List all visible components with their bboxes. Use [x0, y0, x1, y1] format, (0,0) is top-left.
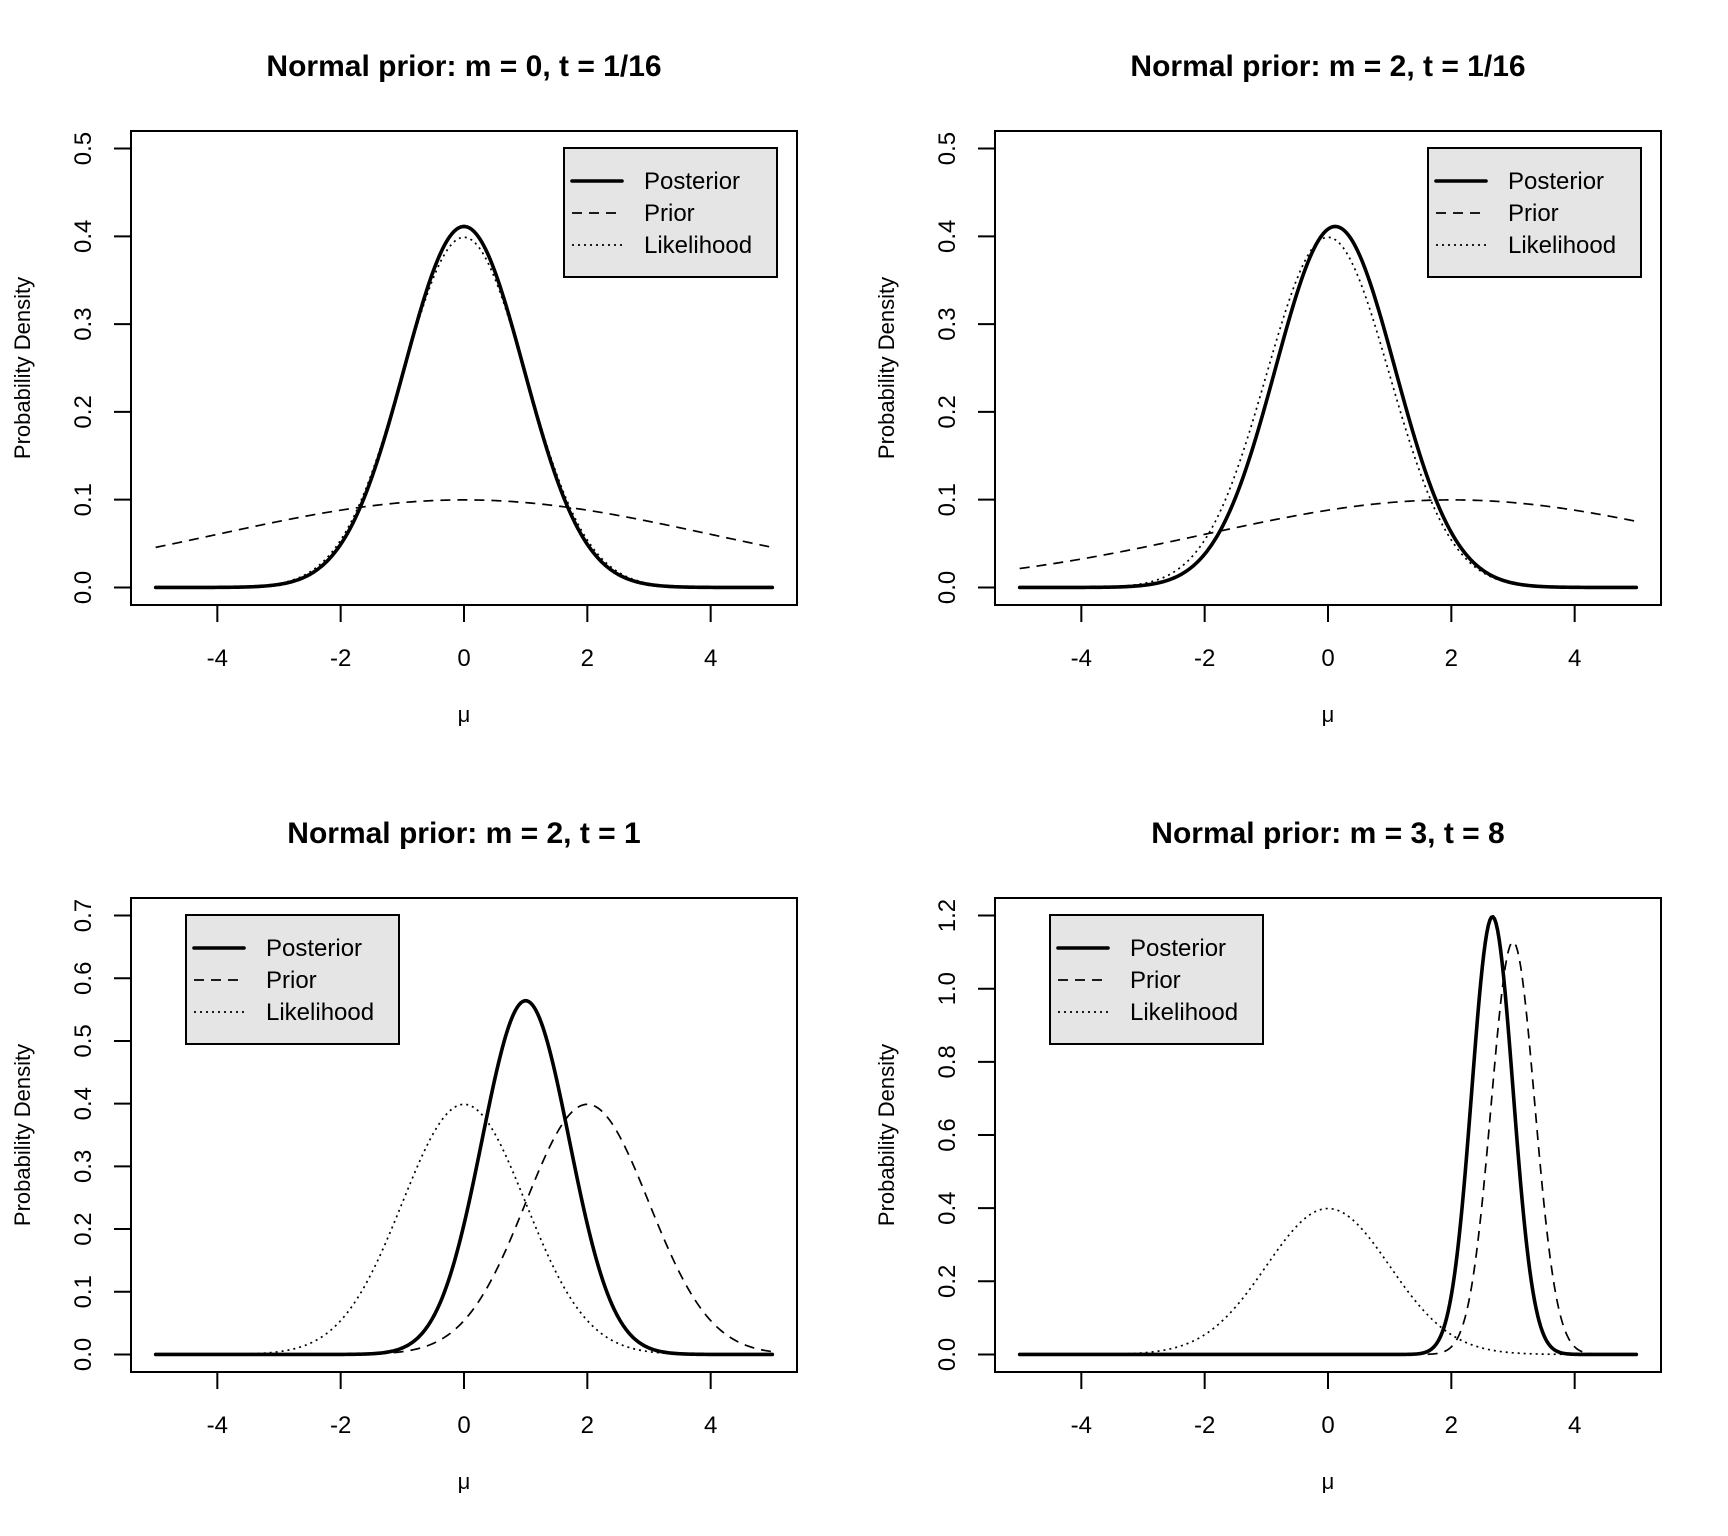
- x-tick-label: -4: [1071, 1412, 1092, 1439]
- y-tick-label: 0.6: [934, 1118, 961, 1151]
- series-lines: [153, 998, 775, 1357]
- chart-title: Normal prior: m = 0, t = 1/16: [266, 50, 661, 83]
- y-tick-label: 0.6: [70, 962, 97, 995]
- y-tick-label: 0.0: [70, 1338, 97, 1371]
- y-tick-label: 0.4: [70, 1087, 97, 1120]
- legend-label-posterior: Posterior: [266, 935, 362, 962]
- legend-label-likelihood: Likelihood: [1130, 999, 1238, 1026]
- x-tick-label: 4: [1568, 1412, 1581, 1439]
- legend: Posterior Prior Likelihood: [563, 147, 778, 278]
- series-prior-line: [155, 499, 773, 549]
- y-tick-label: 0.2: [70, 1212, 97, 1245]
- y-axis-label: Probability Density: [874, 1044, 899, 1226]
- x-tick-label: 0: [457, 645, 470, 672]
- series-posterior-line: [153, 998, 775, 1357]
- x-axis-label: μ: [458, 1469, 471, 1494]
- x-tick-label: -4: [1071, 645, 1092, 672]
- x-tick-label: 2: [1445, 1412, 1458, 1439]
- y-tick-label: 0.0: [934, 1338, 961, 1371]
- y-tick-label: 0.1: [70, 1275, 97, 1308]
- x-tick-label: 2: [581, 645, 594, 672]
- x-axis: -4 -2 0 2 4: [1071, 1371, 1581, 1439]
- legend-label-posterior: Posterior: [1508, 168, 1604, 195]
- series-lines: [153, 224, 775, 590]
- y-tick-label: 0.2: [934, 1265, 961, 1298]
- y-tick-label: 0.2: [70, 395, 97, 428]
- series-likelihood-line: [1019, 236, 1637, 589]
- panel-bottom-left: Normal prior: m = 2, t = 1 -4 -2 0 2 4 μ 0.0 0.1…: [10, 817, 798, 1494]
- y-tick-label: 0.4: [934, 220, 961, 253]
- y-tick-label: 0.3: [70, 307, 97, 340]
- y-tick-label: 0.4: [70, 220, 97, 253]
- legend-label-likelihood: Likelihood: [266, 999, 374, 1026]
- y-tick-label: 0.7: [70, 899, 97, 932]
- legend-label-prior: Prior: [1130, 967, 1181, 994]
- y-axis-label: Probability Density: [10, 277, 35, 459]
- series-posterior-line: [153, 224, 775, 590]
- legend: Posterior Prior Likelihood: [1427, 147, 1642, 278]
- panel-top-right: Normal prior: m = 2, t = 1/16 -4 -2 0 2 4 μ 0.0…: [874, 50, 1662, 727]
- y-tick-label: 0.1: [70, 483, 97, 516]
- x-tick-label: -4: [207, 645, 228, 672]
- x-tick-label: 2: [1445, 645, 1458, 672]
- x-tick-label: -4: [207, 1412, 228, 1439]
- series-likelihood-line: [155, 236, 773, 589]
- legend-label-likelihood: Likelihood: [644, 232, 752, 259]
- figure: Normal prior: m = 0, t = 1/16 -4 -2 0 2 4 μ 0.0…: [0, 0, 1728, 1536]
- y-axis: 0.0 0.1 0.2 0.3 0.4 0.5: [934, 132, 996, 604]
- y-axis: 0.0 0.2 0.4 0.6 0.8 1.0 1.2: [934, 899, 996, 1371]
- x-tick-label: 0: [1321, 645, 1334, 672]
- x-tick-label: -2: [1194, 645, 1215, 672]
- chart-title: Normal prior: m = 2, t = 1/16: [1130, 50, 1525, 83]
- x-axis: -4 -2 0 2 4: [207, 604, 717, 672]
- legend-label-prior: Prior: [1508, 200, 1559, 227]
- y-tick-label: 0.5: [70, 132, 97, 165]
- x-tick-label: -2: [330, 1412, 351, 1439]
- y-axis-label: Probability Density: [874, 277, 899, 459]
- y-tick-label: 0.5: [70, 1024, 97, 1057]
- y-axis-label: Probability Density: [10, 1044, 35, 1226]
- x-tick-label: -2: [330, 645, 351, 672]
- x-axis: -4 -2 0 2 4: [207, 1371, 717, 1439]
- legend: Posterior Prior Likelihood: [185, 914, 400, 1045]
- y-tick-label: 0.5: [934, 132, 961, 165]
- y-tick-label: 0.1: [934, 483, 961, 516]
- y-tick-label: 1.2: [934, 899, 961, 932]
- y-tick-label: 0.3: [70, 1150, 97, 1183]
- x-tick-label: 0: [1321, 1412, 1334, 1439]
- y-axis: 0.0 0.1 0.2 0.3 0.4 0.5 0.6 0.7: [70, 899, 132, 1371]
- y-tick-label: 0.3: [934, 307, 961, 340]
- legend: Posterior Prior Likelihood: [1049, 914, 1264, 1045]
- x-axis-label: μ: [458, 702, 471, 727]
- legend-label-likelihood: Likelihood: [1508, 232, 1616, 259]
- legend-label-prior: Prior: [644, 200, 695, 227]
- series-posterior-line: [1017, 224, 1639, 590]
- legend-label-posterior: Posterior: [1130, 935, 1226, 962]
- series-lines: [1017, 224, 1639, 590]
- x-tick-label: 0: [457, 1412, 470, 1439]
- y-tick-label: 0.0: [70, 571, 97, 604]
- x-axis-label: μ: [1322, 702, 1335, 727]
- chart-title: Normal prior: m = 2, t = 1: [287, 817, 640, 850]
- y-tick-label: 0.8: [934, 1045, 961, 1078]
- x-tick-label: 4: [704, 645, 717, 672]
- chart-title: Normal prior: m = 3, t = 8: [1151, 817, 1504, 850]
- y-tick-label: 0.0: [934, 571, 961, 604]
- x-tick-label: 2: [581, 1412, 594, 1439]
- legend-label-prior: Prior: [266, 967, 317, 994]
- x-tick-label: -2: [1194, 1412, 1215, 1439]
- legend-label-posterior: Posterior: [644, 168, 740, 195]
- x-tick-label: 4: [1568, 645, 1581, 672]
- x-tick-label: 4: [704, 1412, 717, 1439]
- y-tick-label: 1.0: [934, 972, 961, 1005]
- y-axis: 0.0 0.1 0.2 0.3 0.4 0.5: [70, 132, 132, 604]
- x-axis: -4 -2 0 2 4: [1071, 604, 1581, 672]
- y-tick-label: 0.4: [934, 1191, 961, 1224]
- y-tick-label: 0.2: [934, 395, 961, 428]
- x-axis-label: μ: [1322, 1469, 1335, 1494]
- panel-top-left: Normal prior: m = 0, t = 1/16 -4 -2 0 2 4 μ 0.0…: [10, 50, 798, 727]
- series-prior-line: [1019, 499, 1637, 570]
- panel-bottom-right: Normal prior: m = 3, t = 8 -4 -2 0 2 4 μ 0.0 0.2…: [874, 817, 1662, 1494]
